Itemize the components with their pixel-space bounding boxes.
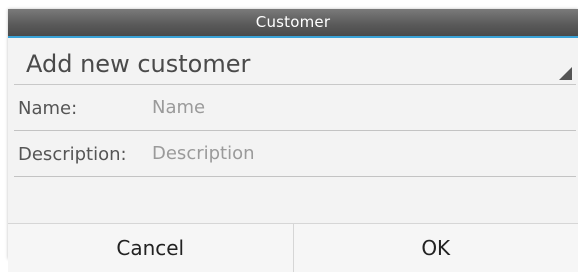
name-row: Name: <box>14 85 576 131</box>
ok-button[interactable]: OK <box>294 224 578 272</box>
customer-select[interactable]: Add new customer <box>14 38 576 85</box>
description-row: Description: <box>14 131 576 177</box>
customer-select-value: Add new customer <box>26 50 250 78</box>
dropdown-corner-icon <box>559 67 572 80</box>
cancel-button[interactable]: Cancel <box>8 224 294 272</box>
customer-dialog: Customer Add new customer Name: Descript… <box>8 9 578 259</box>
description-label: Description: <box>18 144 127 165</box>
description-input[interactable] <box>152 137 570 169</box>
dialog-title: Customer <box>256 13 330 31</box>
dialog-title-bar: Customer <box>8 9 578 38</box>
name-label: Name: <box>18 98 77 119</box>
name-input[interactable] <box>152 91 570 123</box>
dialog-button-bar: Cancel OK <box>8 223 578 272</box>
